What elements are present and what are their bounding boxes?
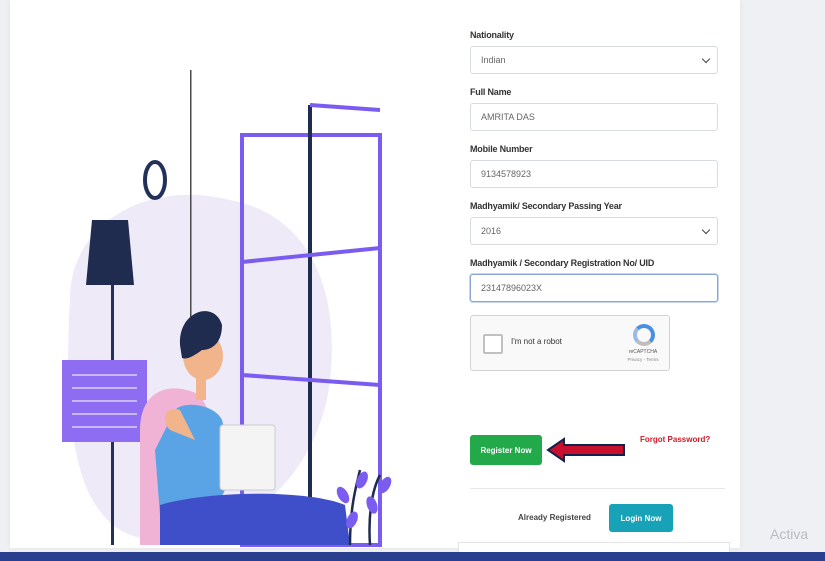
mobile-value: 9134578923 (481, 169, 532, 179)
recaptcha-logo-icon (633, 324, 655, 346)
register-now-button[interactable]: Register Now (470, 435, 542, 465)
mobile-input[interactable]: 9134578923 (470, 160, 718, 188)
chevron-down-icon (701, 225, 711, 235)
passing-year-select[interactable]: 2016 (470, 217, 718, 245)
passing-year-label: Madhyamik/ Secondary Passing Year (470, 201, 622, 211)
hanging-line (190, 70, 192, 320)
illustration (62, 70, 392, 547)
passing-year-value: 2016 (481, 226, 502, 236)
recaptcha-brand: reCAPTCHA (628, 349, 658, 355)
arrow-left-icon (546, 437, 625, 463)
chevron-down-icon (701, 54, 711, 64)
nationality-value: Indian (481, 55, 506, 65)
bottom-bar (0, 552, 825, 561)
recaptcha-widget: I'm not a robot reCAPTCHA Privacy - Term… (470, 315, 670, 371)
recaptcha-checkbox[interactable] (483, 334, 503, 354)
full-name-label: Full Name (470, 87, 512, 97)
registration-value: 23147896023X (481, 283, 543, 293)
registration-label: Madhyamik / Secondary Registration No/ U… (470, 258, 655, 268)
already-registered-text: Already Registered (518, 513, 591, 522)
login-now-button[interactable]: Login Now (609, 504, 673, 532)
lamp-shade (86, 220, 134, 285)
mobile-label: Mobile Number (470, 144, 533, 154)
wall-ring (143, 160, 167, 200)
forgot-password-link[interactable]: Forgot Password? (640, 435, 710, 444)
full-name-input[interactable]: AMRITA DAS (470, 103, 718, 131)
activate-watermark: Activa (770, 526, 809, 542)
nationality-select[interactable]: Indian (470, 46, 718, 74)
recaptcha-terms[interactable]: Privacy - Terms (623, 357, 663, 362)
nationality-label: Nationality (470, 30, 514, 40)
divider (470, 488, 725, 489)
registration-input[interactable]: 23147896023X (470, 274, 718, 302)
registration-form: Nationality Indian Full Name AMRITA DAS … (470, 30, 725, 532)
recaptcha-label: I'm not a robot (511, 337, 562, 346)
full-name-value: AMRITA DAS (481, 112, 535, 122)
